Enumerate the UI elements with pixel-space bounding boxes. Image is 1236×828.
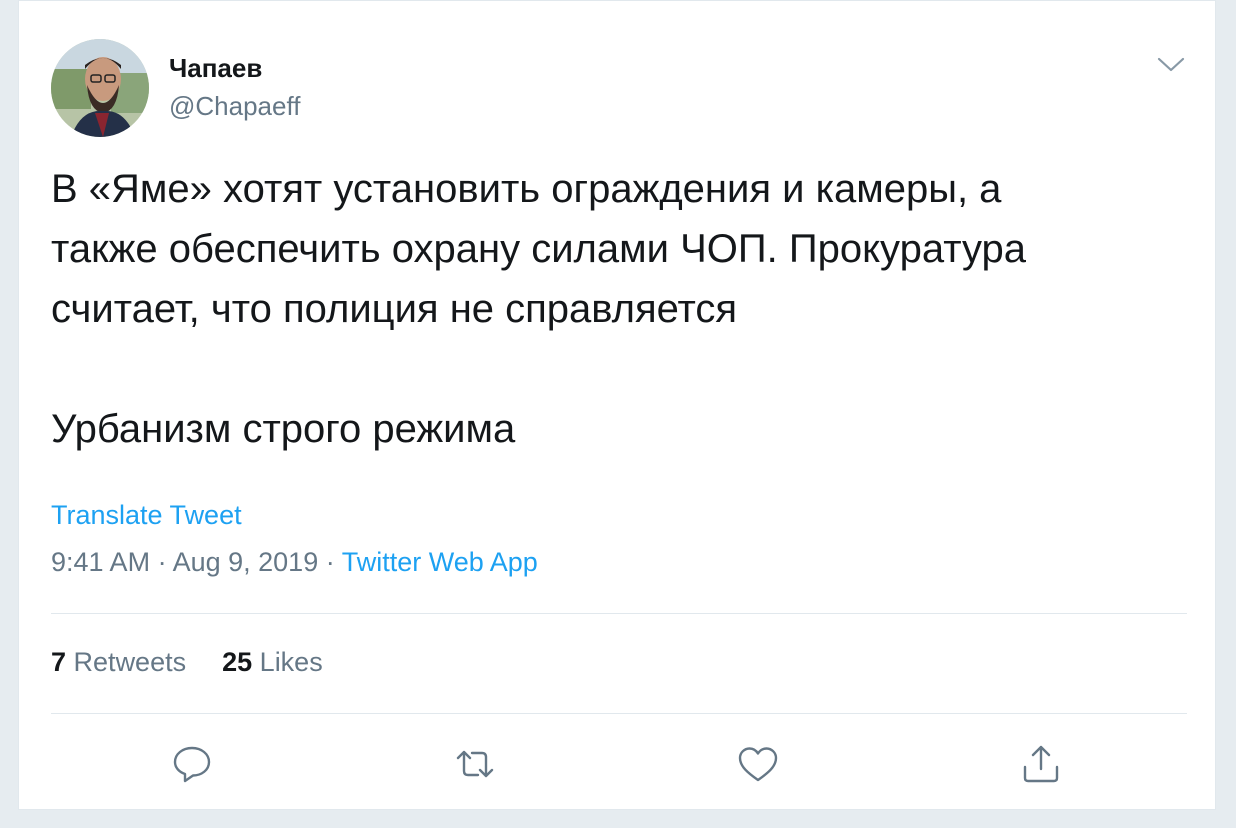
translate-tweet-link[interactable]: Translate Tweet — [51, 500, 242, 531]
share-icon[interactable] — [1018, 741, 1064, 787]
tweet-text-line: В «Яме» хотят установить ограждения и ка… — [51, 167, 1002, 211]
tweet-time[interactable]: 9:41 AM — [51, 547, 150, 577]
display-name[interactable]: Чапаев — [169, 53, 262, 84]
tweet-meta: 9:41 AM · Aug 9, 2019 · Twitter Web App — [51, 547, 538, 578]
chevron-down-icon[interactable] — [1155, 53, 1187, 77]
tweet-stats: 7 Retweets 25 Likes — [51, 647, 359, 678]
retweets-stat[interactable]: 7 Retweets — [51, 647, 186, 678]
user-handle[interactable]: @Chapaeff — [169, 91, 300, 122]
tweet-text: В «Яме» хотят установить ограждения и ка… — [51, 159, 1181, 459]
retweets-label: Retweets — [73, 647, 187, 677]
tweet-text-paragraph: Урбанизм строго режима — [51, 407, 516, 451]
likes-count: 25 — [222, 647, 253, 677]
divider — [51, 713, 1187, 714]
avatar[interactable] — [51, 39, 149, 137]
tweet-source-link[interactable]: Twitter Web App — [342, 547, 538, 577]
retweets-count: 7 — [51, 647, 67, 677]
likes-label: Likes — [259, 647, 323, 677]
tweet-text-line: также обеспечить охрану силами ЧОП. Прок… — [51, 227, 1027, 271]
retweet-icon[interactable] — [452, 741, 498, 787]
divider — [51, 613, 1187, 614]
likes-stat[interactable]: 25 Likes — [222, 647, 323, 678]
meta-separator: · — [318, 547, 342, 577]
reply-icon[interactable] — [169, 741, 215, 787]
tweet-text-line: считает, что полиция не справляется — [51, 287, 738, 331]
meta-separator: · — [150, 547, 173, 577]
heart-icon[interactable] — [735, 741, 781, 787]
tweet-card: Чапаев @Chapaeff В «Яме» хотят установит… — [18, 0, 1216, 810]
tweet-date[interactable]: Aug 9, 2019 — [173, 547, 319, 577]
